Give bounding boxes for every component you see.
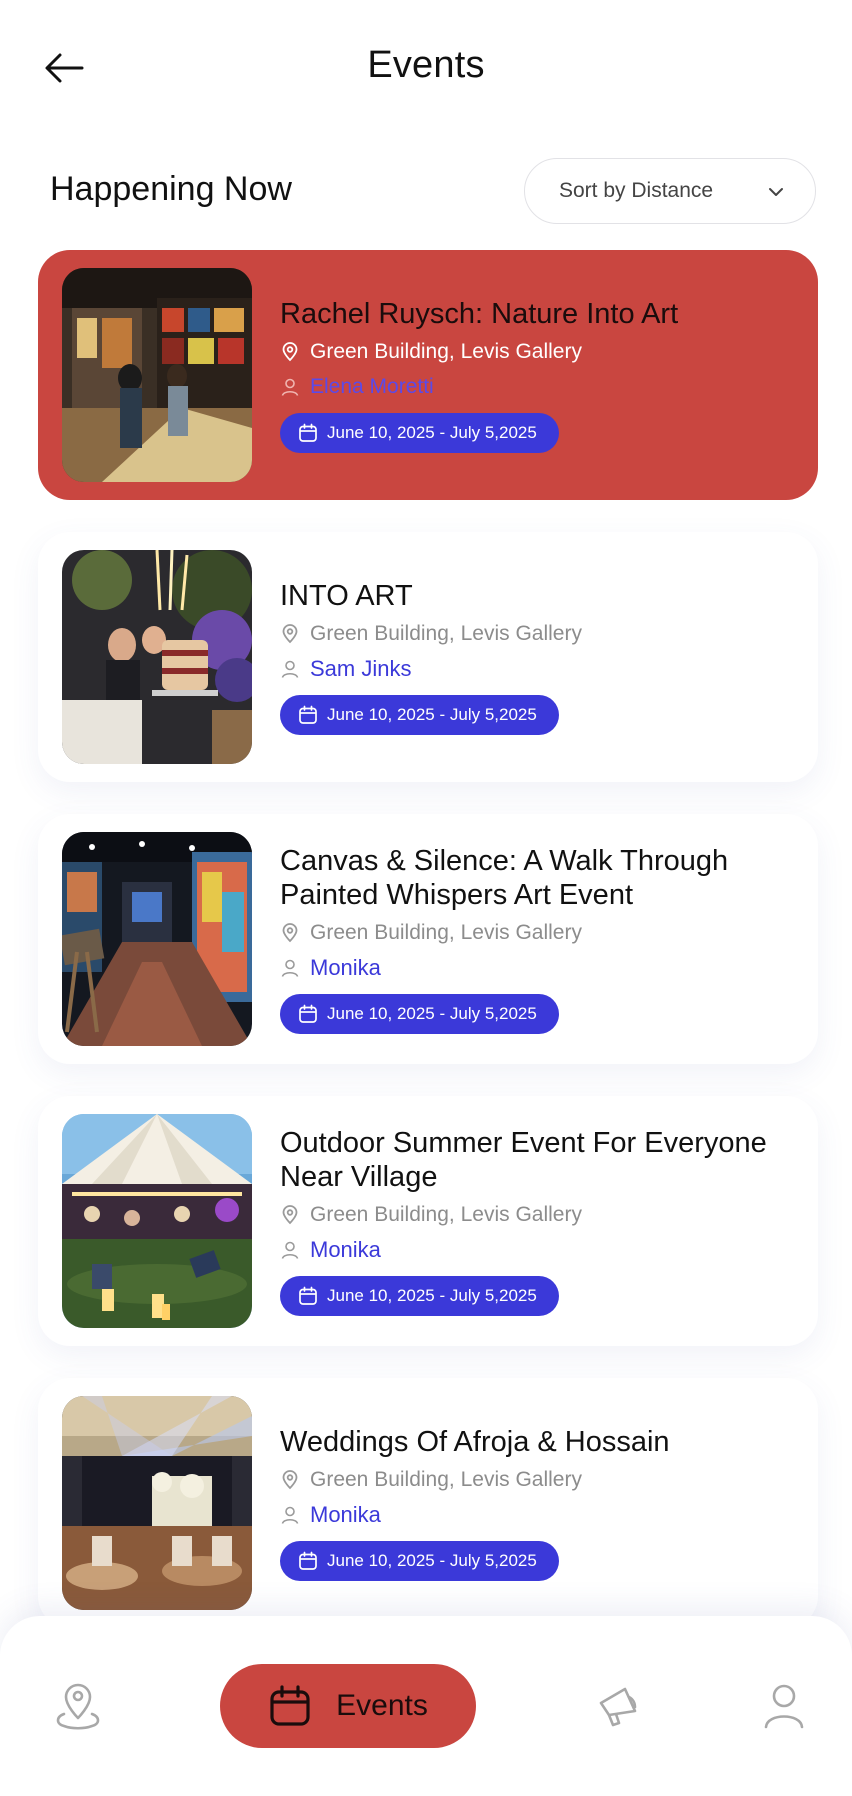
location-pin-icon <box>282 342 298 362</box>
nav-profile[interactable] <box>754 1676 814 1736</box>
event-image <box>62 268 252 482</box>
event-date-badge: June 10, 2025 - July 5,2025 <box>280 695 559 735</box>
event-date-text: June 10, 2025 - July 5,2025 <box>327 1004 537 1023</box>
event-location: Green Building, Levis Gallery <box>280 920 788 946</box>
event-location: Green Building, Levis Gallery <box>280 621 788 647</box>
event-location-text: Green Building, Levis Gallery <box>310 1468 582 1491</box>
events-screen: Events Happening Now Sort by Distance Ra… <box>0 0 852 1796</box>
calendar-icon <box>270 1685 310 1726</box>
event-image <box>62 832 252 1046</box>
event-location-text: Green Building, Levis Gallery <box>310 921 582 944</box>
event-host-link[interactable]: Monika <box>310 1502 381 1528</box>
event-card[interactable]: Rachel Ruysch: Nature Into Art Green Bui… <box>38 250 818 500</box>
nav-events[interactable]: Events <box>220 1664 476 1748</box>
event-location: Green Building, Levis Gallery <box>280 1202 788 1228</box>
event-title: Canvas & Silence: A Walk Through Painted… <box>280 845 729 911</box>
sort-dropdown-label: Sort by Distance <box>559 179 714 202</box>
event-title: Weddings Of Afroja & Hossain <box>280 1426 670 1458</box>
event-info: Weddings Of Afroja & Hossain Green Build… <box>280 1378 788 1628</box>
event-location: Green Building, Levis Gallery <box>280 339 788 365</box>
event-date-text: June 10, 2025 - July 5,2025 <box>327 1551 537 1570</box>
calendar-icon <box>299 705 317 724</box>
event-host: Monika <box>280 955 788 981</box>
event-host: Monika <box>280 1502 788 1528</box>
event-info: Outdoor Summer Event For Everyone Near V… <box>280 1096 788 1346</box>
user-icon <box>764 1684 804 1729</box>
event-location-text: Green Building, Levis Gallery <box>310 1203 582 1226</box>
event-date-text: June 10, 2025 - July 5,2025 <box>327 1286 537 1305</box>
bottom-nav: Events <box>0 1616 852 1796</box>
location-pin-icon <box>282 1205 298 1225</box>
user-icon <box>281 378 299 396</box>
event-image <box>62 550 252 764</box>
event-date-badge: June 10, 2025 - July 5,2025 <box>280 413 559 453</box>
event-image <box>62 1396 252 1610</box>
user-icon <box>281 959 299 977</box>
event-host: Sam Jinks <box>280 656 788 682</box>
location-pin-icon <box>282 624 298 644</box>
user-icon <box>281 660 299 678</box>
calendar-icon <box>299 1004 317 1023</box>
event-info: INTO ART Green Building, Levis Gallery S… <box>280 532 788 782</box>
event-host-link[interactable]: Sam Jinks <box>310 656 411 682</box>
event-info: Canvas & Silence: A Walk Through Painted… <box>280 814 788 1064</box>
map-pin-person-icon <box>56 1683 100 1730</box>
event-card[interactable]: INTO ART Green Building, Levis Gallery S… <box>38 532 818 782</box>
user-icon <box>281 1506 299 1524</box>
calendar-icon <box>299 423 317 442</box>
event-image <box>62 1114 252 1328</box>
megaphone-icon <box>599 1687 637 1727</box>
header: Events <box>0 0 852 140</box>
sort-dropdown[interactable]: Sort by Distance <box>524 158 816 224</box>
location-pin-icon <box>282 923 298 943</box>
event-date-badge: June 10, 2025 - July 5,2025 <box>280 1276 559 1316</box>
calendar-icon <box>299 1286 317 1305</box>
page-title: Events <box>367 44 485 86</box>
nav-map[interactable] <box>48 1676 108 1736</box>
event-host-link[interactable]: Monika <box>310 955 381 981</box>
event-title: Outdoor Summer Event For Everyone Near V… <box>280 1127 767 1193</box>
user-icon <box>281 1241 299 1259</box>
event-location-text: Green Building, Levis Gallery <box>310 622 582 645</box>
event-card[interactable]: Canvas & Silence: A Walk Through Painted… <box>38 814 818 1064</box>
event-info: Rachel Ruysch: Nature Into Art Green Bui… <box>280 250 788 500</box>
event-host: Elena Moretti <box>280 374 788 400</box>
event-date-text: June 10, 2025 - July 5,2025 <box>327 705 537 724</box>
event-host-link[interactable]: Elena Moretti <box>310 374 434 400</box>
event-host: Monika <box>280 1237 788 1263</box>
event-date-text: June 10, 2025 - July 5,2025 <box>327 423 537 442</box>
chevron-down-icon <box>769 188 783 196</box>
nav-events-label: Events <box>336 1689 428 1722</box>
event-title: Rachel Ruysch: Nature Into Art <box>280 298 679 330</box>
event-card[interactable]: Weddings Of Afroja & Hossain Green Build… <box>38 1378 818 1628</box>
event-location-text: Green Building, Levis Gallery <box>310 340 582 363</box>
section-title: Happening Now <box>50 170 292 208</box>
event-card[interactable]: Outdoor Summer Event For Everyone Near V… <box>38 1096 818 1346</box>
location-pin-icon <box>282 1470 298 1490</box>
event-date-badge: June 10, 2025 - July 5,2025 <box>280 994 559 1034</box>
event-title: INTO ART <box>280 580 413 612</box>
event-date-badge: June 10, 2025 - July 5,2025 <box>280 1541 559 1581</box>
event-location: Green Building, Levis Gallery <box>280 1467 788 1493</box>
nav-announcements[interactable] <box>590 1676 650 1736</box>
calendar-icon <box>299 1551 317 1570</box>
event-host-link[interactable]: Monika <box>310 1237 381 1263</box>
